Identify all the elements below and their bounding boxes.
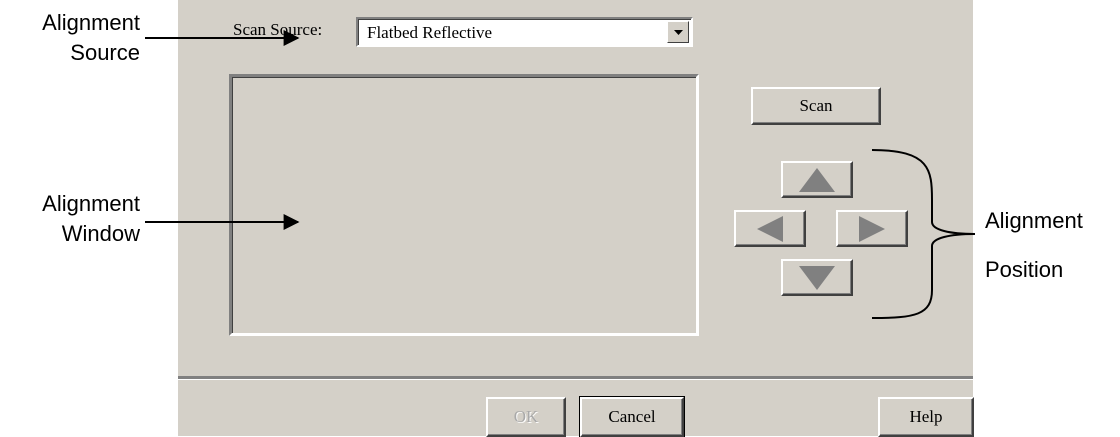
chevron-down-icon (674, 30, 683, 35)
scan-button[interactable]: Scan (751, 87, 881, 125)
move-down-button[interactable] (781, 259, 853, 296)
scan-source-label: Scan Source: (233, 20, 323, 39)
footer-separator (178, 376, 973, 380)
triangle-down-icon (799, 265, 835, 290)
annotation-alignment-window: Alignment Window (10, 189, 140, 249)
triangle-up-icon (799, 167, 835, 192)
annotation-alignment-position: Alignment Position (985, 204, 1115, 302)
scan-source-select[interactable]: Flatbed Reflective (356, 17, 693, 47)
annotation-line-2: Source (70, 40, 140, 65)
move-right-button[interactable] (836, 210, 908, 247)
annotation-alignment-source: Alignment Source (10, 8, 140, 68)
annotation-line-2: Position (985, 257, 1064, 282)
triangle-left-icon (757, 215, 783, 242)
alignment-window[interactable] (229, 74, 699, 336)
help-button[interactable]: Help (878, 397, 974, 437)
triangle-right-icon (859, 215, 885, 242)
dropdown-button[interactable] (667, 21, 689, 43)
move-up-button[interactable] (781, 161, 853, 198)
ok-button[interactable]: OK (486, 397, 566, 437)
annotation-line-1: Alignment (985, 208, 1083, 233)
cancel-button[interactable]: Cancel (579, 396, 685, 437)
scan-source-value: Flatbed Reflective (367, 23, 493, 42)
annotation-line-2: Window (61, 221, 140, 246)
move-left-button[interactable] (734, 210, 806, 247)
annotation-line-1: Alignment (42, 10, 140, 35)
annotation-line-1: Alignment (42, 191, 140, 216)
